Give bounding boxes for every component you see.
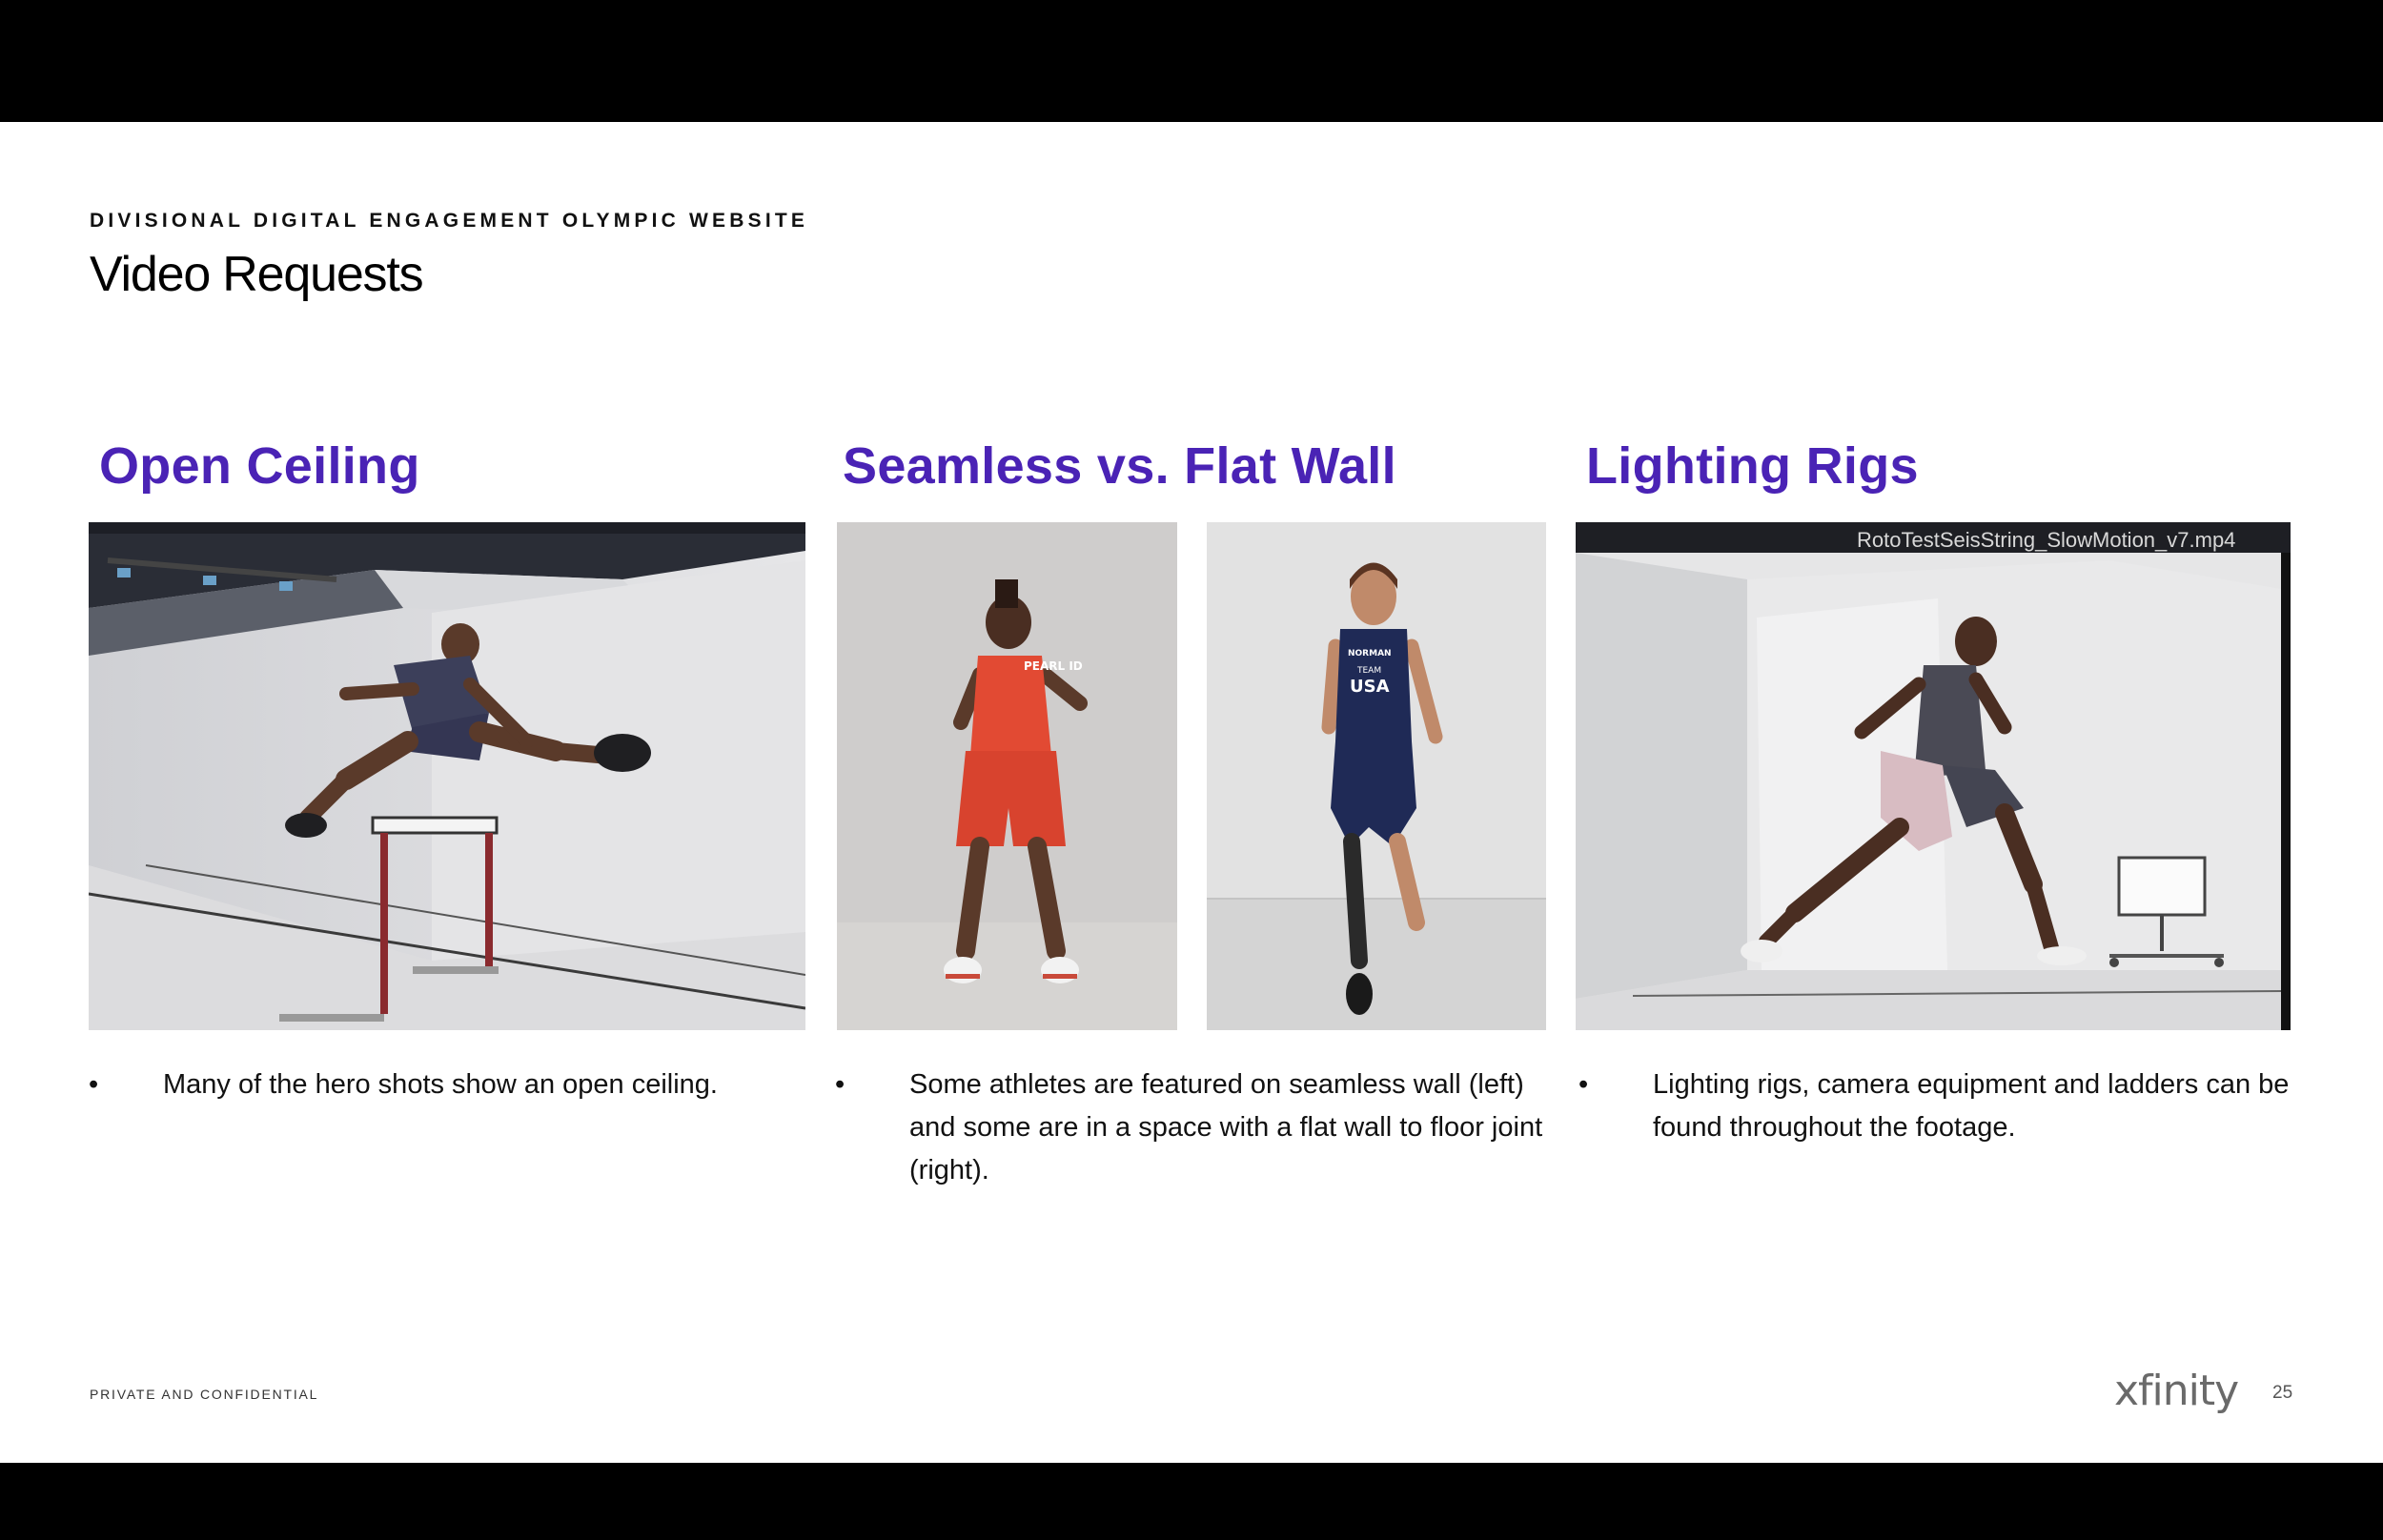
bullet-line: Some athletes are featured on seamless w… [909, 1069, 1524, 1100]
jersey-country: USA [1350, 677, 1390, 697]
bullet-glyph: • [835, 1069, 845, 1100]
heading-lighting-rigs: Lighting Rigs [1586, 437, 1919, 495]
bullet-line: found throughout the footage. [1653, 1112, 2016, 1143]
photo-athlete-seamless-wall: PEARL ID [837, 522, 1177, 1030]
bullet-line: and some are in a space with a flat wall… [909, 1112, 1543, 1143]
confidential-label: PRIVATE AND CONFIDENTIAL [90, 1387, 319, 1402]
heading-open-ceiling: Open Ceiling [99, 437, 420, 495]
video-filename: RotoTestSeisString_SlowMotion_v7.mp4 [1857, 528, 2235, 552]
page-number: 25 [2272, 1383, 2293, 1403]
bullet-glyph: • [89, 1069, 99, 1100]
jersey-text: PEARL ID [1024, 659, 1083, 673]
bullet-text: Many of the hero shots show an open ceil… [163, 1069, 718, 1100]
bullet-line: Lighting rigs, camera equipment and ladd… [1653, 1069, 2290, 1100]
xfinity-logo: xfinity [2114, 1367, 2239, 1415]
bullet-glyph: • [1578, 1069, 1589, 1100]
eyebrow-label: DIVISIONAL DIGITAL ENGAGEMENT OLYMPIC WE… [90, 210, 809, 232]
letterbox-bottom [0, 1463, 2383, 1540]
video-still-lighting-rigs: RotoTestSeisString_SlowMotion_v7.mp4 [1576, 522, 2291, 1030]
bullet-line: (right). [909, 1155, 989, 1185]
jersey-name: NORMAN [1348, 649, 1392, 659]
jersey-team: TEAM [1356, 666, 1381, 676]
bullet-text: Some athletes are featured on seamless w… [909, 1064, 1542, 1192]
page-title: Video Requests [90, 247, 424, 302]
heading-seamless-flat-wall: Seamless vs. Flat Wall [843, 437, 1396, 495]
slide: DIVISIONAL DIGITAL ENGAGEMENT OLYMPIC WE… [0, 122, 2383, 1463]
letterbox-top [0, 0, 2383, 122]
photo-athlete-flat-wall: NORMAN TEAM USA [1207, 522, 1546, 1030]
bullet-text: Lighting rigs, camera equipment and ladd… [1653, 1064, 2289, 1149]
photo-hurdler-open-ceiling [89, 522, 805, 1030]
